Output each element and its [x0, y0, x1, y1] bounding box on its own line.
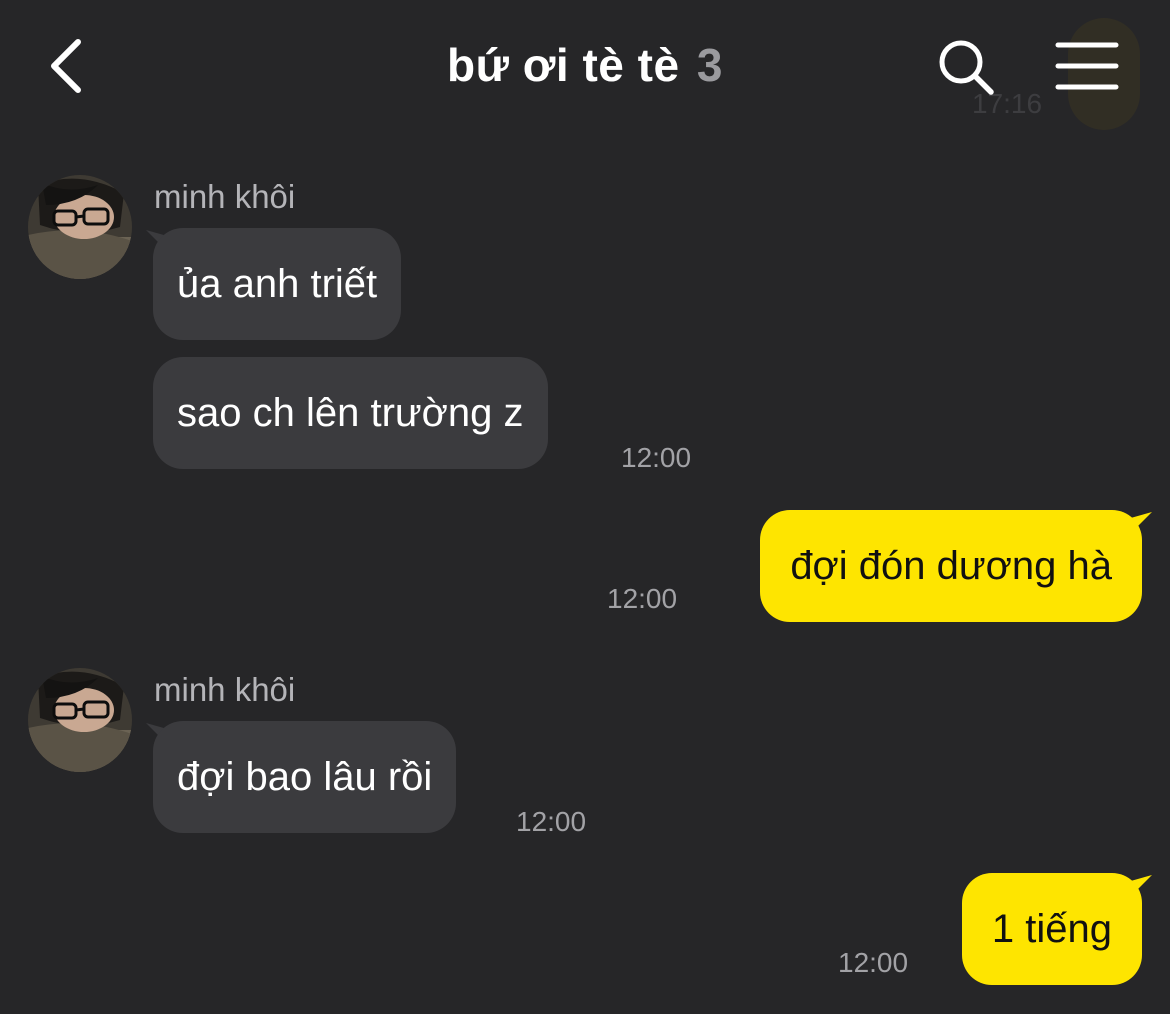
menu-button[interactable] [1054, 40, 1120, 92]
hamburger-menu-icon [1055, 42, 1119, 90]
message-bubble-outgoing[interactable]: đợi đón dương hà [760, 510, 1142, 622]
avatar[interactable] [28, 175, 132, 279]
chat-room-name: bứ ơi tè tè [447, 39, 680, 91]
message-bubble-incoming[interactable]: ủa anh triết [153, 228, 402, 340]
sender-name: minh khôi [154, 671, 296, 708]
message-timestamp: 12:00 [607, 583, 678, 614]
chat-screen: 17:16 bứ ơi tè tè 3 minh khôi ủa anh tri… [0, 0, 1170, 1014]
sender-name: minh khôi [154, 178, 296, 215]
profile-photo-icon [28, 668, 132, 772]
chat-header: 17:16 bứ ơi tè tè 3 [0, 0, 1170, 140]
back-button[interactable] [40, 30, 100, 100]
avatar[interactable] [28, 668, 132, 772]
chevron-left-icon [51, 39, 81, 93]
search-button[interactable] [935, 36, 997, 98]
profile-photo-icon [28, 175, 132, 279]
message-bubble-incoming[interactable]: sao ch lên trường z [153, 357, 548, 469]
message-timestamp: 12:00 [838, 947, 909, 978]
member-count: 3 [696, 39, 723, 91]
message-bubble-outgoing[interactable]: 1 tiếng [961, 873, 1142, 985]
search-icon [939, 40, 994, 95]
message-timestamp: 12:00 [516, 806, 587, 837]
message-timestamp: 12:00 [621, 442, 692, 473]
message-bubble-incoming[interactable]: đợi bao lâu rồi [153, 721, 457, 833]
